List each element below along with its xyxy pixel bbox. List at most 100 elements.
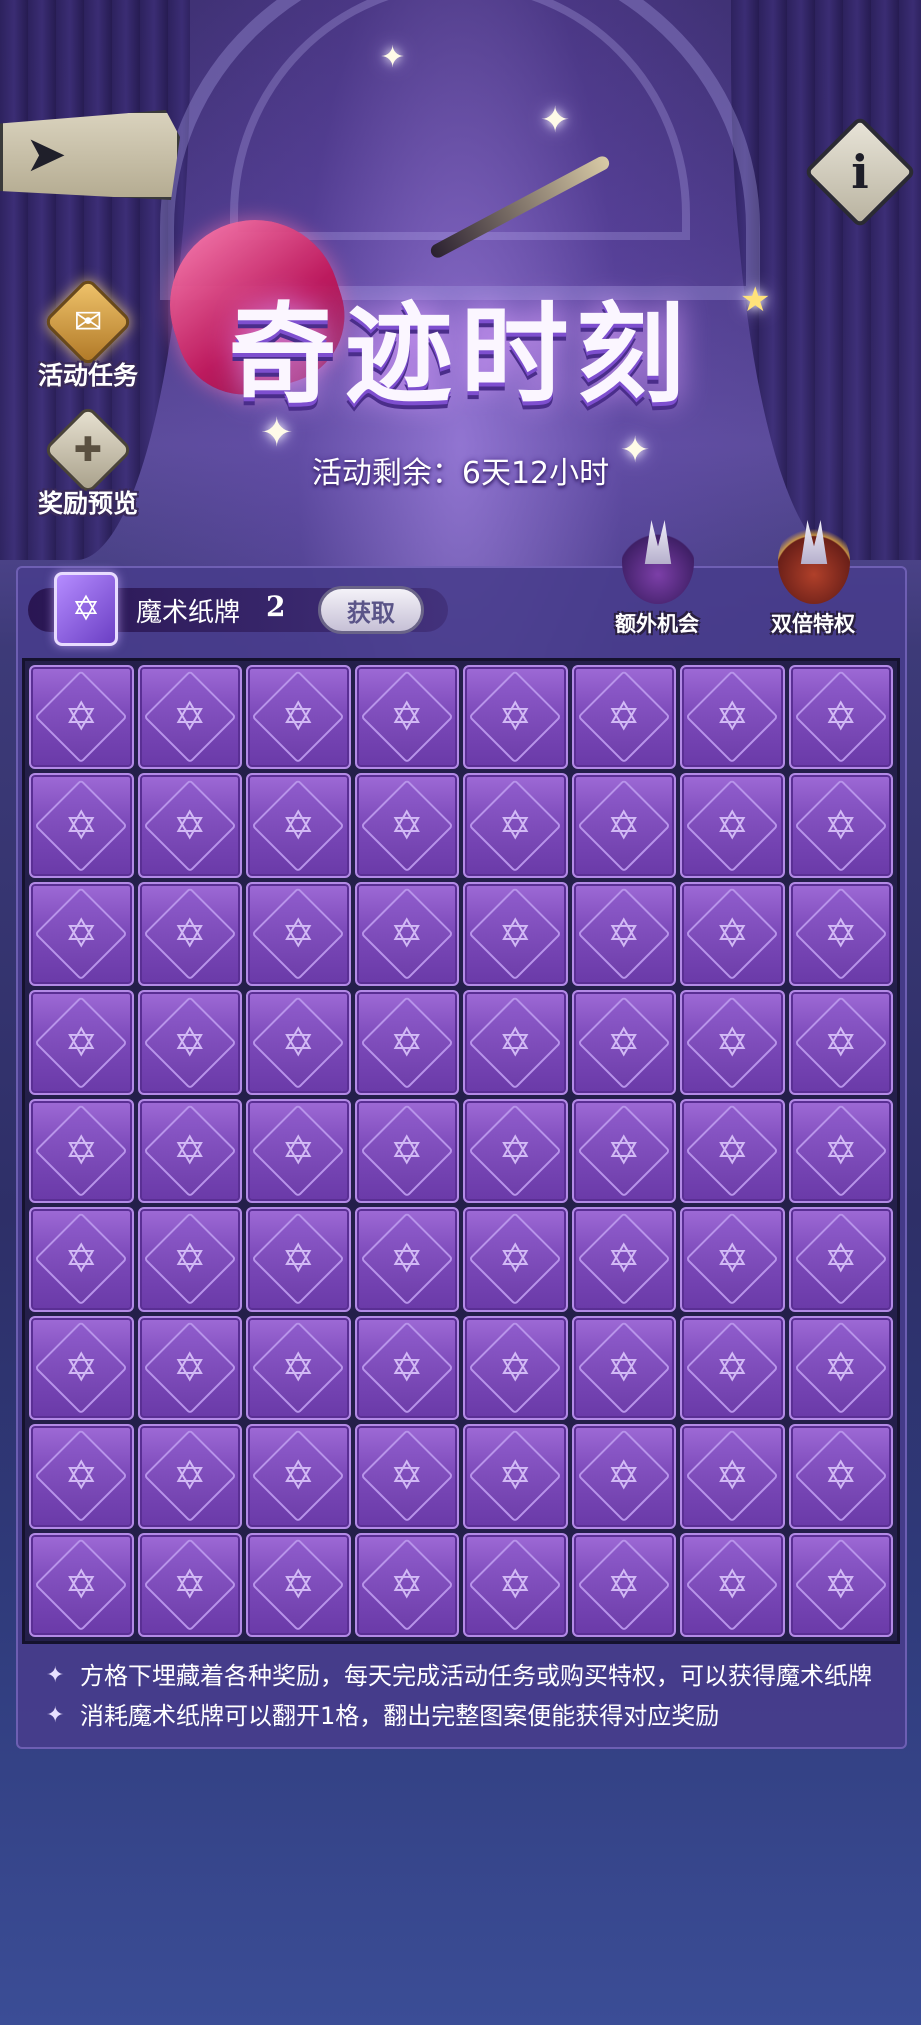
hidden-card-cell[interactable]: ✡	[463, 1207, 568, 1312]
hidden-card-cell[interactable]: ✡	[246, 1315, 351, 1421]
hidden-card-cell[interactable]: ✡	[788, 1424, 893, 1529]
hidden-card-cell[interactable]: ✡	[137, 881, 242, 987]
hidden-card-cell[interactable]: ✡	[680, 990, 785, 1095]
hexagram-icon: ✡	[172, 802, 207, 849]
hidden-card-cell[interactable]: ✡	[137, 1424, 242, 1529]
hidden-card-cell[interactable]: ✡	[463, 773, 568, 878]
hidden-card-cell[interactable]: ✡	[463, 1424, 568, 1529]
hidden-card-cell[interactable]: ✡	[680, 881, 785, 987]
hidden-card-cell[interactable]: ✡	[571, 1315, 676, 1421]
golden-hat-rabbit-icon	[778, 520, 850, 604]
hexagram-icon: ✡	[64, 694, 98, 741]
hidden-card-cell[interactable]: ✡	[788, 1207, 893, 1312]
sparkle-bullet-icon: ✦	[46, 1663, 65, 1688]
hidden-card-cell[interactable]: ✡	[246, 773, 351, 878]
hidden-card-cell[interactable]: ✡	[463, 1315, 568, 1421]
hexagram-icon: ✡	[823, 1453, 858, 1500]
hidden-card-cell[interactable]: ✡	[680, 1098, 785, 1204]
hidden-card-cell[interactable]: ✡	[354, 1207, 459, 1312]
hidden-card-cell[interactable]: ✡	[137, 1532, 242, 1637]
hidden-card-cell[interactable]: ✡	[571, 881, 676, 987]
hidden-card-cell[interactable]: ✡	[354, 773, 459, 878]
hidden-card-cell[interactable]: ✡	[680, 1315, 785, 1421]
hidden-card-cell[interactable]: ✡	[571, 665, 676, 770]
hidden-card-cell[interactable]: ✡	[788, 665, 893, 770]
hidden-card-cell[interactable]: ✡	[463, 1098, 568, 1204]
hidden-card-cell[interactable]: ✡	[571, 1532, 676, 1637]
hidden-card-cell[interactable]: ✡	[29, 1315, 134, 1421]
hidden-card-cell[interactable]: ✡	[680, 1424, 785, 1529]
hidden-card-cell[interactable]: ✡	[788, 1532, 893, 1637]
hidden-card-cell[interactable]: ✡	[571, 773, 676, 878]
hidden-card-cell[interactable]: ✡	[29, 1424, 134, 1529]
hidden-card-cell[interactable]: ✡	[246, 990, 351, 1095]
hexagram-icon: ✡	[715, 1236, 749, 1283]
hidden-card-cell[interactable]: ✡	[463, 990, 568, 1095]
hidden-card-cell[interactable]: ✡	[246, 1098, 351, 1204]
hidden-card-cell[interactable]: ✡	[137, 665, 242, 770]
hidden-card-cell[interactable]: ✡	[137, 773, 242, 878]
hidden-card-cell[interactable]: ✡	[463, 881, 568, 987]
hidden-card-cell[interactable]: ✡	[788, 881, 893, 987]
hidden-card-cell[interactable]: ✡	[571, 990, 676, 1095]
hidden-card-cell[interactable]: ✡	[29, 1532, 134, 1637]
hidden-card-cell[interactable]: ✡	[680, 665, 785, 770]
hidden-card-cell[interactable]: ✡	[788, 1315, 893, 1421]
double-privilege-perk[interactable]: 双倍特权	[758, 520, 868, 640]
hidden-card-cell[interactable]: ✡	[29, 773, 134, 878]
hidden-card-cell[interactable]: ✡	[246, 665, 351, 770]
hidden-card-cell[interactable]: ✡	[354, 881, 459, 987]
hexagram-icon: ✡	[715, 1561, 749, 1608]
hidden-card-cell[interactable]: ✡	[354, 1532, 459, 1637]
hidden-card-cell[interactable]: ✡	[29, 990, 134, 1095]
hexagram-icon: ✡	[606, 1236, 641, 1283]
hidden-card-cell[interactable]: ✡	[29, 881, 134, 987]
hidden-card-cell[interactable]: ✡	[680, 773, 785, 878]
hexagram-icon: ✡	[64, 1344, 98, 1391]
hidden-card-cell[interactable]: ✡	[29, 1207, 134, 1312]
hidden-card-cell[interactable]: ✡	[788, 1098, 893, 1204]
hidden-card-cell[interactable]: ✡	[571, 1207, 676, 1312]
magic-card-icon: ✡	[54, 572, 118, 646]
hexagram-icon: ✡	[498, 1561, 532, 1608]
back-button[interactable]: ➤	[0, 110, 180, 200]
back-arrow-icon: ➤	[25, 125, 67, 183]
sparkle-icon: ✦	[380, 40, 406, 75]
hidden-card-cell[interactable]: ✡	[246, 1207, 351, 1312]
hidden-card-cell[interactable]: ✡	[246, 1424, 351, 1529]
hidden-card-cell[interactable]: ✡	[463, 1532, 568, 1637]
get-button[interactable]: 获取	[318, 586, 424, 634]
hexagram-icon: ✡	[715, 1453, 749, 1500]
hidden-card-cell[interactable]: ✡	[680, 1207, 785, 1312]
hidden-card-cell[interactable]: ✡	[788, 773, 893, 878]
hidden-card-cell[interactable]: ✡	[354, 665, 459, 770]
hexagram-icon: ✡	[64, 1561, 98, 1608]
hexagram-icon: ✡	[715, 911, 749, 958]
hexagram-icon: ✡	[606, 1561, 641, 1608]
hidden-card-cell[interactable]: ✡	[354, 1315, 459, 1421]
hidden-card-cell[interactable]: ✡	[354, 990, 459, 1095]
hexagram-icon: ✡	[498, 1344, 532, 1391]
hidden-card-cell[interactable]: ✡	[354, 1098, 459, 1204]
hidden-card-cell[interactable]: ✡	[354, 1424, 459, 1529]
hidden-card-cell[interactable]: ✡	[680, 1532, 785, 1637]
hidden-card-cell[interactable]: ✡	[788, 990, 893, 1095]
hidden-card-cell[interactable]: ✡	[29, 1098, 134, 1204]
hidden-card-cell[interactable]: ✡	[137, 1098, 242, 1204]
hidden-card-cell[interactable]: ✡	[246, 881, 351, 987]
hidden-card-cell[interactable]: ✡	[571, 1098, 676, 1204]
hexagram-icon: ✡	[823, 911, 858, 958]
hexagram-icon: ✡	[389, 1561, 424, 1608]
hidden-card-cell[interactable]: ✡	[137, 1207, 242, 1312]
hexagram-icon: ✡	[281, 1561, 315, 1608]
hexagram-icon: ✡	[389, 1236, 424, 1283]
hidden-card-cell[interactable]: ✡	[246, 1532, 351, 1637]
extra-chance-perk[interactable]: 额外机会	[602, 520, 712, 640]
hidden-card-cell[interactable]: ✡	[137, 1315, 242, 1421]
hidden-card-cell[interactable]: ✡	[29, 665, 134, 770]
hidden-card-cell[interactable]: ✡	[137, 990, 242, 1095]
hidden-card-cell[interactable]: ✡	[571, 1424, 676, 1529]
hidden-card-cell[interactable]: ✡	[463, 665, 568, 770]
hexagram-icon: ✡	[715, 1019, 749, 1066]
rule-note: ✦ 方格下埋藏着各种奖励，每天完成活动任务或购买特权，可以获得魔术纸牌	[46, 1656, 896, 1696]
